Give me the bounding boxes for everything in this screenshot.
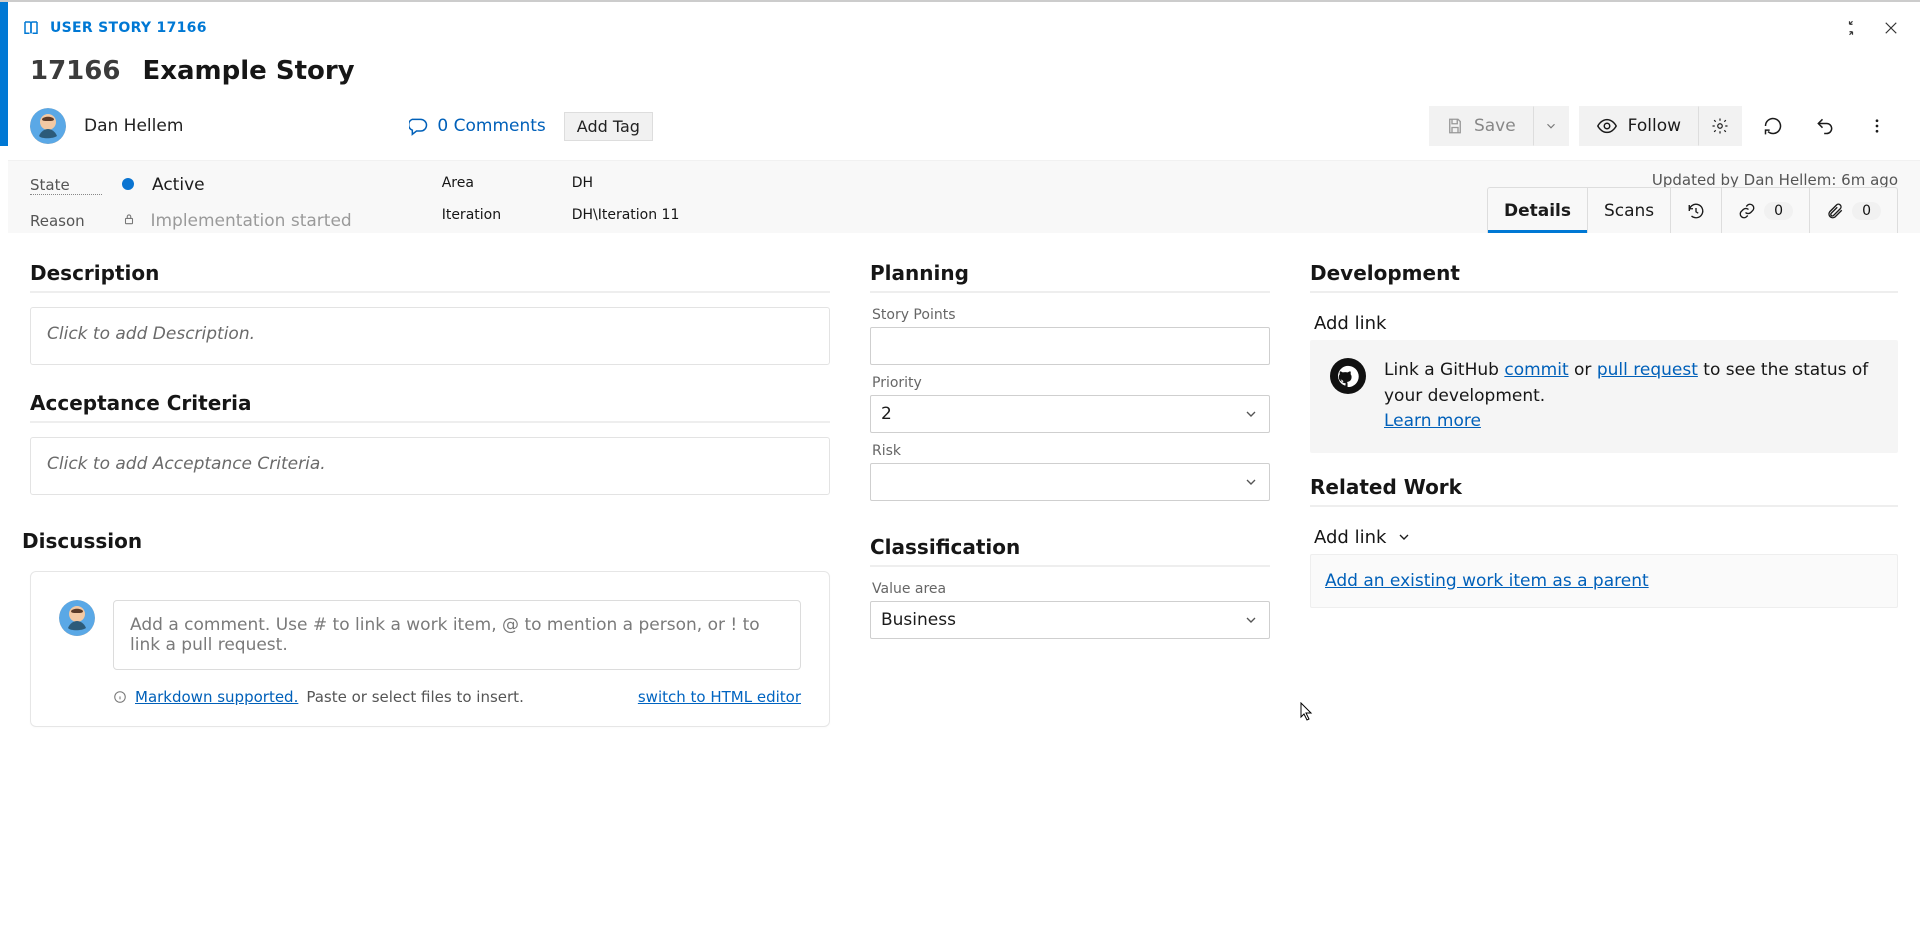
history-icon — [1687, 202, 1705, 220]
related-add-link-dropdown[interactable]: Add link — [1310, 521, 1898, 554]
github-hint-box: Link a GitHub commit or pull request to … — [1310, 340, 1898, 453]
risk-label: Risk — [872, 443, 1270, 459]
add-parent-link[interactable]: Add an existing work item as a parent — [1325, 571, 1649, 591]
revert-button[interactable] — [1804, 106, 1846, 146]
story-points-input[interactable] — [870, 327, 1270, 365]
title-bar: USER STORY 17166 — [8, 2, 1920, 46]
risk-select[interactable] — [870, 463, 1270, 501]
undo-icon — [1815, 116, 1835, 136]
add-tag-button[interactable]: Add Tag — [564, 112, 653, 141]
meta-strip: State Active Reason Implementation start… — [8, 160, 1920, 233]
comments-link[interactable]: 0 Comments — [409, 116, 545, 136]
work-item-type-label: USER STORY 17166 — [50, 20, 207, 36]
development-add-link[interactable]: Add link — [1310, 307, 1898, 340]
tab-bar: Details Scans 0 0 — [1487, 187, 1898, 233]
iteration-label: Iteration — [442, 207, 532, 223]
github-commit-link[interactable]: commit — [1504, 360, 1568, 380]
work-item-id: 17166 — [30, 56, 120, 86]
headline: 17166 Example Story — [8, 46, 1920, 96]
tab-scans[interactable]: Scans — [1588, 188, 1671, 233]
chevron-down-icon — [1243, 474, 1259, 490]
chevron-down-icon — [1243, 406, 1259, 422]
save-icon — [1446, 117, 1464, 135]
development-heading: Development — [1310, 261, 1898, 285]
markdown-supported-link[interactable]: Markdown supported. — [135, 688, 298, 706]
attachment-icon — [1826, 202, 1844, 220]
reason-label: Reason — [30, 212, 102, 230]
link-icon — [1738, 202, 1756, 220]
collapse-icon[interactable] — [1842, 19, 1860, 37]
gear-icon — [1711, 117, 1729, 135]
avatar[interactable] — [30, 108, 66, 144]
area-value[interactable]: DH — [572, 175, 680, 191]
state-label: State — [30, 176, 102, 195]
follow-label: Follow — [1628, 116, 1681, 136]
value-area-value: Business — [881, 610, 956, 630]
acceptance-criteria-heading: Acceptance Criteria — [30, 391, 830, 415]
learn-more-link[interactable]: Learn more — [1384, 411, 1481, 431]
work-item-title[interactable]: Example Story — [142, 56, 354, 86]
add-parent-link-box[interactable]: Add an existing work item as a parent — [1310, 554, 1898, 608]
assignee-name[interactable]: Dan Hellem — [84, 116, 183, 136]
comment-icon — [409, 116, 429, 136]
github-pr-link[interactable]: pull request — [1597, 360, 1698, 380]
avatar — [59, 600, 95, 636]
state-dot — [122, 178, 134, 190]
tab-details[interactable]: Details — [1488, 188, 1588, 233]
acceptance-criteria-editor[interactable]: Click to add Acceptance Criteria. — [30, 437, 830, 495]
tab-links[interactable]: 0 — [1722, 188, 1810, 233]
comments-count: 0 Comments — [437, 116, 545, 136]
more-icon — [1868, 117, 1886, 135]
discussion-card: Add a comment. Use # to link a work item… — [30, 571, 830, 727]
value-area-label: Value area — [872, 581, 1270, 597]
save-button[interactable]: Save — [1429, 106, 1533, 146]
iteration-value[interactable]: DH\Iteration 11 — [572, 207, 680, 223]
tab-attachments[interactable]: 0 — [1810, 188, 1897, 233]
description-editor[interactable]: Click to add Description. — [30, 307, 830, 365]
refresh-button[interactable] — [1752, 106, 1794, 146]
priority-label: Priority — [872, 375, 1270, 391]
classification-heading: Classification — [870, 535, 1270, 559]
github-icon — [1330, 358, 1366, 394]
description-heading: Description — [30, 261, 830, 285]
discussion-heading: Discussion — [22, 529, 830, 553]
reason-value: Implementation started — [150, 211, 351, 231]
save-label: Save — [1474, 116, 1516, 136]
refresh-icon — [1763, 116, 1783, 136]
info-icon — [113, 690, 127, 704]
related-work-heading: Related Work — [1310, 475, 1898, 499]
save-button-group: Save — [1429, 106, 1569, 146]
reason-field[interactable]: Implementation started — [122, 211, 352, 231]
chevron-down-icon — [1243, 612, 1259, 628]
close-icon[interactable] — [1882, 19, 1900, 37]
left-accent-bar — [0, 2, 8, 146]
links-count-badge: 0 — [1764, 202, 1793, 220]
story-points-label: Story Points — [872, 307, 1270, 323]
comment-input[interactable]: Add a comment. Use # to link a work item… — [113, 600, 801, 670]
priority-select[interactable]: 2 — [870, 395, 1270, 433]
state-field[interactable]: Active — [122, 175, 352, 195]
book-icon — [22, 19, 40, 37]
more-actions-button[interactable] — [1856, 106, 1898, 146]
chevron-down-icon — [1544, 119, 1558, 133]
lock-icon — [122, 214, 140, 230]
markdown-hint: Paste or select files to insert. — [306, 688, 524, 706]
value-area-select[interactable]: Business — [870, 601, 1270, 639]
priority-value: 2 — [881, 404, 892, 424]
chevron-down-icon — [1396, 529, 1412, 545]
watch-icon — [1596, 115, 1618, 137]
attachments-count-badge: 0 — [1852, 202, 1881, 220]
follow-button[interactable]: Follow — [1579, 106, 1698, 146]
switch-editor-link[interactable]: switch to HTML editor — [638, 688, 801, 706]
save-dropdown-button[interactable] — [1533, 106, 1569, 146]
planning-heading: Planning — [870, 261, 1270, 285]
tab-history[interactable] — [1671, 188, 1722, 233]
area-label: Area — [442, 175, 532, 191]
follow-button-group: Follow — [1579, 106, 1742, 146]
follow-settings-button[interactable] — [1698, 106, 1742, 146]
state-value: Active — [152, 175, 205, 195]
